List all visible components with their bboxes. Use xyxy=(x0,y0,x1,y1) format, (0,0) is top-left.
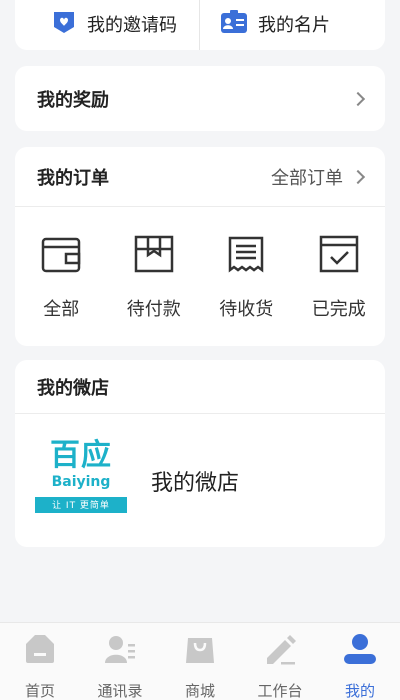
order-status-all[interactable]: 全部 xyxy=(19,233,104,321)
all-orders-link[interactable]: 全部订单 xyxy=(271,164,343,190)
user-icon xyxy=(343,632,377,670)
invite-code-label: 我的邀请码 xyxy=(87,15,177,36)
logo-english-text: Baiying xyxy=(51,473,111,490)
chevron-right-icon xyxy=(350,91,366,106)
my-rewards-row[interactable]: 我的奖励 xyxy=(15,66,385,131)
orders-title: 我的订单 xyxy=(37,167,109,189)
tab-label: 我的 xyxy=(344,682,375,700)
checked-box-icon xyxy=(318,233,360,279)
tab-contacts[interactable]: 通讯录 xyxy=(80,623,160,700)
shop-title: 我的微店 xyxy=(37,377,109,399)
home-icon xyxy=(23,632,57,670)
tab-label: 通讯录 xyxy=(97,682,143,700)
chevron-right-icon[interactable] xyxy=(350,169,366,184)
order-status-label: 待收货 xyxy=(219,298,274,320)
rewards-title: 我的奖励 xyxy=(37,89,109,111)
bottom-tab-bar: 首页 通讯录 商城 工作台 我的 xyxy=(0,622,400,700)
tab-mine[interactable]: 我的 xyxy=(320,623,400,700)
business-card-label: 我的名片 xyxy=(258,15,330,36)
business-card-button[interactable]: 我的名片 xyxy=(200,0,385,50)
shop-entry[interactable]: 百应 Baiying 让 IT 更简单 我的微店 xyxy=(15,414,385,547)
order-status-label: 已完成 xyxy=(311,298,366,320)
invite-card-row: 我的邀请码 我的名片 xyxy=(15,0,385,50)
contacts-icon xyxy=(103,632,137,670)
invite-code-button[interactable]: 我的邀请码 xyxy=(15,0,200,50)
orders-header: 我的订单 全部订单 xyxy=(15,147,385,207)
order-status-completed[interactable]: 已完成 xyxy=(296,233,381,321)
wallet-icon xyxy=(40,233,82,279)
tab-home[interactable]: 首页 xyxy=(0,623,80,700)
order-status-list: 全部 待付款 待收货 已完成 xyxy=(15,207,385,346)
my-microshop-card: 我的微店 百应 Baiying 让 IT 更简单 我的微店 xyxy=(15,360,385,547)
logo-slogan: 让 IT 更简单 xyxy=(35,496,127,513)
tab-label: 商城 xyxy=(184,682,215,700)
shopping-bag-icon xyxy=(183,632,217,670)
pen-icon xyxy=(263,632,297,670)
package-icon xyxy=(133,233,175,279)
invite-code-icon xyxy=(51,9,77,39)
order-status-label: 全部 xyxy=(43,298,80,320)
order-status-label: 待付款 xyxy=(126,298,181,320)
baiying-logo: 百应 Baiying 让 IT 更简单 xyxy=(35,437,127,523)
my-orders-card: 我的订单 全部订单 全部 待付款 待收货 已完成 xyxy=(15,147,385,346)
shop-name: 我的微店 xyxy=(151,470,240,496)
tab-mall[interactable]: 商城 xyxy=(160,623,240,700)
logo-chinese-text: 百应 xyxy=(50,437,112,473)
order-status-to-receive[interactable]: 待收货 xyxy=(204,233,289,321)
receipt-icon xyxy=(225,233,267,279)
tab-label: 工作台 xyxy=(257,682,303,700)
tab-workbench[interactable]: 工作台 xyxy=(240,623,320,700)
shop-header: 我的微店 xyxy=(15,360,385,414)
order-status-unpaid[interactable]: 待付款 xyxy=(111,233,196,321)
tab-label: 首页 xyxy=(24,682,55,700)
business-card-icon xyxy=(220,9,248,39)
